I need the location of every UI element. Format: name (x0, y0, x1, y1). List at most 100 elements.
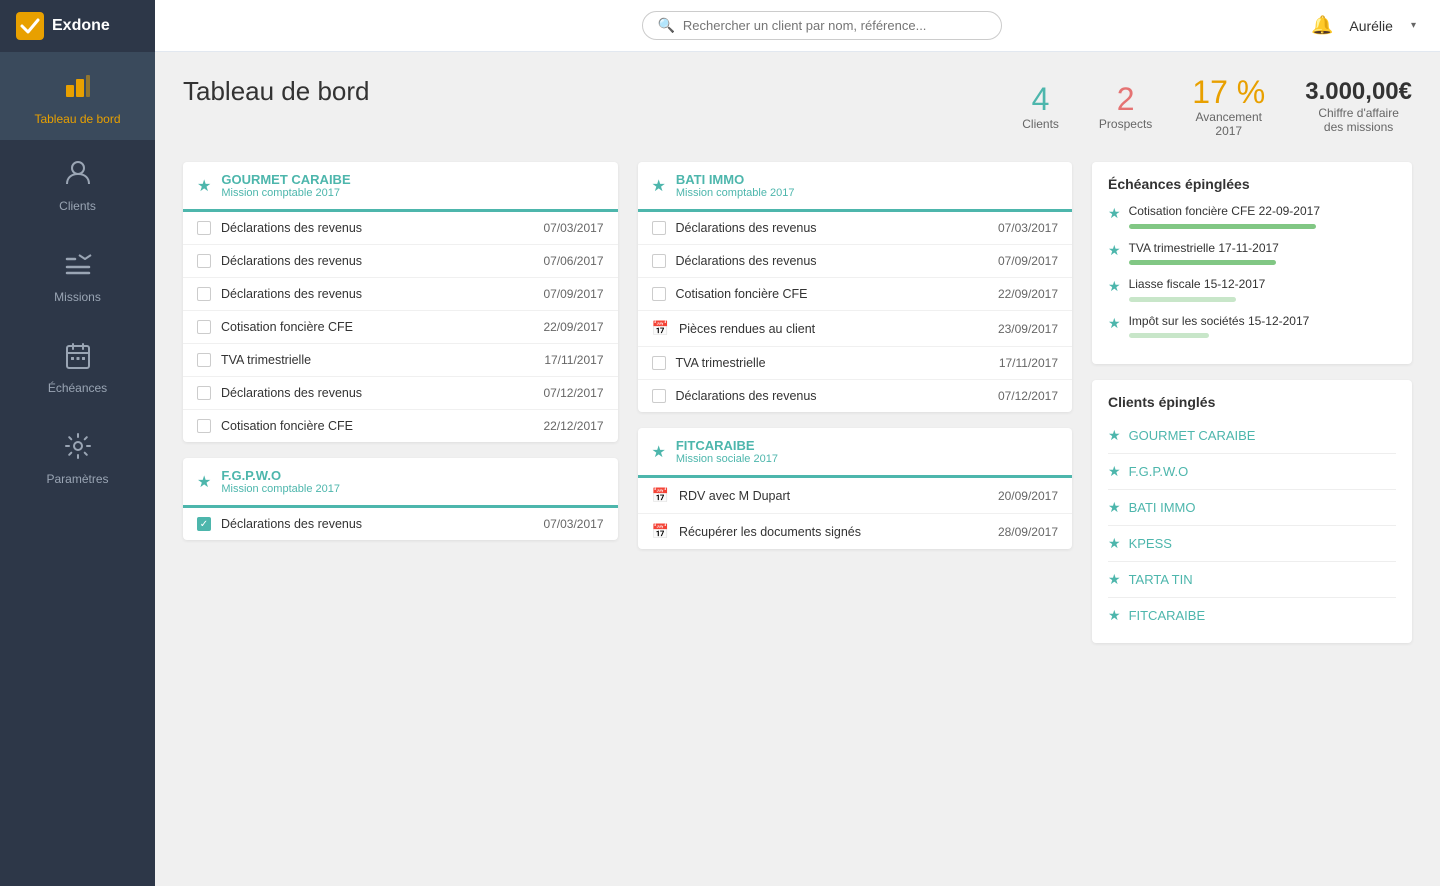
pinned-client-name[interactable]: F.G.P.W.O (1129, 464, 1189, 479)
stat-chiffre-value: 3.000,00€ (1305, 80, 1412, 104)
task-name: Cotisation foncière CFE (676, 287, 988, 301)
card-gourmet-caraibe: ★ GOURMET CARAIBE Mission comptable 2017… (183, 162, 618, 442)
pinned-client-name[interactable]: TARTA TIN (1129, 572, 1193, 587)
task-name: RDV avec M Dupart (679, 489, 988, 503)
card-client-name-gourmet: GOURMET CARAIBE (221, 172, 350, 187)
page-title: Tableau de bord (183, 76, 369, 107)
task-list-gourmet: Déclarations des revenus 07/03/2017 Décl… (183, 212, 618, 442)
card-client-name-bati: BATI IMMO (676, 172, 795, 187)
task-item: Cotisation foncière CFE 22/12/2017 (183, 410, 618, 442)
task-checkbox[interactable] (652, 389, 666, 403)
pinned-star-icon[interactable]: ★ (1108, 499, 1121, 516)
task-checkbox[interactable] (652, 356, 666, 370)
echeances-panel-title: Échéances épinglées (1108, 176, 1396, 192)
deadline-bar (1129, 297, 1236, 302)
task-checkbox[interactable] (652, 221, 666, 235)
sidebar-item-clients[interactable]: Clients (0, 140, 155, 231)
sidebar-item-missions[interactable]: Missions (0, 231, 155, 322)
card-star-icon-bati[interactable]: ★ (652, 176, 666, 196)
sidebar-item-tableau-de-bord[interactable]: Tableau de bord (0, 53, 155, 140)
deadline-info: Liasse fiscale 15-12-2017 (1129, 277, 1396, 302)
task-item: TVA trimestrielle 17/11/2017 (183, 344, 618, 377)
page-header: Tableau de bord 4 Clients 2 Prospects 17… (183, 76, 1412, 138)
pinned-star-icon[interactable]: ★ (1108, 571, 1121, 588)
deadline-item: ★ Impôt sur les sociétés 15-12-2017 (1108, 314, 1396, 339)
deadline-star-icon[interactable]: ★ (1108, 205, 1121, 222)
card-star-icon-fgpwo[interactable]: ★ (197, 472, 211, 492)
clients-pinned-panel: Clients épinglés ★ GOURMET CARAIBE ★ F.G… (1092, 380, 1412, 643)
search-box[interactable]: 🔍 (642, 11, 1002, 40)
task-checkbox[interactable] (197, 419, 211, 433)
task-checkbox[interactable] (197, 254, 211, 268)
task-list-fitcaraibe: 📅 RDV avec M Dupart 20/09/2017 📅 Récupér… (638, 478, 1073, 549)
task-date: 07/09/2017 (998, 254, 1058, 268)
clients-icon (63, 158, 93, 195)
sidebar-item-echeances[interactable]: Échéances (0, 322, 155, 413)
stat-prospects-count: 2 (1099, 83, 1152, 115)
deadline-label: TVA trimestrielle 17-11-2017 (1129, 241, 1396, 257)
pinned-star-icon[interactable]: ★ (1108, 607, 1121, 624)
dashboard-icon (62, 69, 94, 108)
app-name: Exdone (52, 17, 110, 35)
card-star-icon-fitcaraibe[interactable]: ★ (652, 442, 666, 462)
card-star-icon-gourmet[interactable]: ★ (197, 176, 211, 196)
task-name: TVA trimestrielle (676, 356, 989, 370)
stat-chiffre-label: Chiffre d'affaire des missions (1305, 106, 1412, 134)
card-client-name-fgpwo: F.G.P.W.O (221, 468, 340, 483)
parametres-icon (63, 431, 93, 468)
pinned-star-icon[interactable]: ★ (1108, 535, 1121, 552)
pinned-client-name[interactable]: FITCARAIBE (1129, 608, 1206, 623)
user-name[interactable]: Aurélie (1349, 18, 1393, 34)
task-checkbox[interactable] (197, 221, 211, 235)
divider (1108, 453, 1396, 454)
task-name: Déclarations des revenus (221, 221, 533, 235)
user-menu-chevron-icon[interactable]: ▾ (1411, 20, 1416, 31)
pinned-star-icon[interactable]: ★ (1108, 463, 1121, 480)
task-checkbox[interactable] (197, 287, 211, 301)
task-item: 📅 Récupérer les documents signés 28/09/2… (638, 514, 1073, 549)
clients-panel-title: Clients épinglés (1108, 394, 1396, 410)
task-item: 📅 Pièces rendues au client 23/09/2017 (638, 311, 1073, 347)
pinned-client-name[interactable]: KPESS (1129, 536, 1172, 551)
task-checkbox[interactable] (197, 386, 211, 400)
search-input[interactable] (683, 18, 988, 33)
stat-clients-count: 4 (1022, 83, 1059, 115)
card-mission-bati: Mission comptable 2017 (676, 187, 795, 199)
task-item: Déclarations des revenus 07/03/2017 (183, 212, 618, 245)
sidebar-item-parametres[interactable]: Paramètres (0, 413, 155, 504)
task-date: 07/06/2017 (543, 254, 603, 268)
task-date: 17/11/2017 (544, 353, 603, 367)
sidebar-logo: Exdone (0, 0, 155, 53)
deadline-bar (1129, 333, 1209, 338)
task-checkbox[interactable] (652, 287, 666, 301)
task-date: 07/12/2017 (998, 389, 1058, 403)
task-item: Déclarations des revenus 07/09/2017 (183, 278, 618, 311)
pinned-client-name[interactable]: BATI IMMO (1129, 500, 1196, 515)
stat-avancement: 17 % Avancement 2017 (1192, 76, 1265, 138)
echeances-icon (63, 340, 93, 377)
pinned-star-icon[interactable]: ★ (1108, 427, 1121, 444)
deadline-info: Impôt sur les sociétés 15-12-2017 (1129, 314, 1396, 339)
task-item: Cotisation foncière CFE 22/09/2017 (638, 278, 1073, 311)
stat-prospects-label: Prospects (1099, 117, 1152, 131)
deadline-star-icon[interactable]: ★ (1108, 278, 1121, 295)
task-checkbox-checked[interactable] (197, 517, 211, 531)
deadline-label: Liasse fiscale 15-12-2017 (1129, 277, 1396, 293)
card-fgpwo: ★ F.G.P.W.O Mission comptable 2017 Décla… (183, 458, 618, 540)
card-header-fgpwo: ★ F.G.P.W.O Mission comptable 2017 (183, 458, 618, 508)
task-name: Déclarations des revenus (221, 386, 533, 400)
task-checkbox[interactable] (197, 353, 211, 367)
task-date: 28/09/2017 (998, 525, 1058, 539)
pinned-client-name[interactable]: GOURMET CARAIBE (1129, 428, 1256, 443)
card-header-gourmet: ★ GOURMET CARAIBE Mission comptable 2017 (183, 162, 618, 212)
task-date: 22/09/2017 (998, 287, 1058, 301)
stats-row: 4 Clients 2 Prospects 17 % Avancement 20… (1022, 76, 1412, 138)
task-date: 17/11/2017 (999, 356, 1058, 370)
task-date: 07/09/2017 (543, 287, 603, 301)
task-checkbox[interactable] (197, 320, 211, 334)
notification-bell-icon[interactable]: 🔔 (1311, 15, 1333, 36)
task-checkbox[interactable] (652, 254, 666, 268)
deadline-star-icon[interactable]: ★ (1108, 242, 1121, 259)
task-item: Déclarations des revenus 07/12/2017 (183, 377, 618, 410)
deadline-star-icon[interactable]: ★ (1108, 315, 1121, 332)
